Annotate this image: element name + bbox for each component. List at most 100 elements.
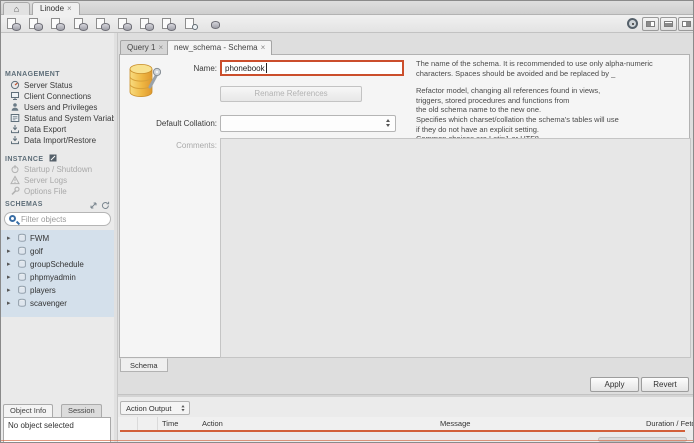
schema-db-icon [17,246,27,256]
server-logs-icon [10,175,20,185]
name-label: Name: [120,64,217,73]
sidebar-item-client-connections[interactable]: Client Connections [1,91,114,102]
refresh-schemas-icon[interactable] [101,201,110,210]
connection-tab-linode[interactable]: Linode× [32,2,80,15]
output-col-message: Message [440,419,470,428]
comments-label: Comments: [120,141,217,150]
expander-arrow-icon[interactable]: ▸ [7,245,11,258]
schema-item-golf[interactable]: ▸ golf [1,245,114,258]
toggle-left-sidebar-icon[interactable] [642,17,659,31]
schema-db-icon [17,285,27,295]
connection-tabstrip: ⌂ Linode× [1,1,693,15]
system-variables-icon [10,113,20,123]
connection-tab-label: Linode [40,4,64,13]
toggle-secondary-sidebar-icon[interactable] [678,17,694,31]
schema-item-phpmyadmin[interactable]: ▸ phpmyadmin [1,271,114,284]
server-status-icon [10,80,20,90]
home-icon: ⌂ [14,4,19,14]
window-bottom-drop-line [1,440,693,441]
revert-button[interactable]: Revert [641,377,689,392]
expander-arrow-icon[interactable]: ▸ [7,271,11,284]
expand-schemas-icon[interactable] [89,201,98,210]
sidebar-item-data-export[interactable]: Data Export [1,124,114,135]
sidebar-item-options-file[interactable]: Options File [1,186,114,197]
action-output-panel: Action Output Time Action Message Durati… [118,397,693,442]
data-import-icon [10,135,20,145]
schema-db-icon [17,298,27,308]
sidebar-item-startup-shutdown[interactable]: Startup / Shutdown [1,164,114,175]
create-procedure-icon[interactable] [139,17,155,31]
comments-textarea[interactable] [220,138,691,358]
expander-arrow-icon[interactable]: ▸ [7,297,11,310]
expander-arrow-icon[interactable]: ▸ [7,284,11,297]
users-privileges-icon [10,102,20,112]
close-icon[interactable]: × [261,43,266,52]
startup-shutdown-icon [10,164,20,174]
close-icon[interactable]: × [67,4,72,13]
expander-arrow-icon[interactable]: ▸ [7,258,11,271]
schema-filter-box [4,212,111,226]
close-icon[interactable]: × [158,43,163,52]
output-col-time: Time [162,419,178,428]
chevron-up-down-icon [384,119,392,129]
schema-item-groupschedule[interactable]: ▸ groupSchedule [1,258,114,271]
sidebar-item-system-variables[interactable]: Status and System Variables [1,113,114,124]
dashboard-icon[interactable] [627,18,638,29]
tab-session[interactable]: Session [61,404,102,417]
create-view-icon[interactable] [117,17,133,31]
mysql-workbench-window: ⌂ Linode× MANAGEMENT Server Status Clien… [0,0,694,443]
sidebar-item-server-status[interactable]: Server Status [1,80,114,91]
new-query-tab-icon[interactable] [6,17,22,31]
navigator-sidebar: MANAGEMENT Server Status Client Connecti… [1,33,114,442]
tab-schema-bottom[interactable]: Schema [120,358,168,372]
options-file-icon [10,186,20,196]
instance-actions-icon[interactable] [49,154,57,162]
schema-db-icon [17,233,27,243]
default-collation-label: Default Collation: [120,119,217,128]
expander-arrow-icon[interactable]: ▸ [7,232,11,245]
instance-section-title: INSTANCE [5,154,57,163]
schema-name-input[interactable] [220,60,404,76]
main-toolbar [1,15,693,33]
schema-db-icon [17,272,27,282]
data-export-icon [10,124,20,134]
schema-db-icon [17,259,27,269]
toggle-output-area-icon[interactable] [660,17,677,31]
schema-item-players[interactable]: ▸ players [1,284,114,297]
output-selector[interactable]: Action Output [120,401,190,415]
name-help-text: The name of the schema. It is recommende… [416,59,692,78]
apply-button[interactable]: Apply [590,377,639,392]
home-tab[interactable]: ⌂ [3,2,30,15]
create-schema-icon[interactable] [73,17,89,31]
editor-area: Query 1× new_schema - Schema× [118,33,693,442]
schemas-section-title: SCHEMAS [5,201,43,208]
tab-object-info[interactable]: Object Info [3,404,53,417]
default-collation-select[interactable] [220,115,396,132]
schema-editor-panel: Name: The name of the schema. It is reco… [119,54,690,358]
sidebar-item-data-import[interactable]: Data Import/Restore [1,135,114,146]
output-col-duration: Duration / Fetch [646,419,693,428]
management-section-title: MANAGEMENT [5,71,60,78]
reconnect-dbms-icon[interactable] [207,17,223,31]
output-col-index [138,417,158,430]
drop-indicator-line [120,430,685,432]
tab-new-schema[interactable]: new_schema - Schema× [167,40,272,55]
schema-item-fwm[interactable]: ▸ FWM [1,232,114,245]
output-table-header: Time Action Message Duration / Fetch [118,417,693,430]
open-sql-script-icon[interactable] [28,17,44,31]
schema-filter-input[interactable] [21,214,107,225]
new-model-icon[interactable] [50,17,66,31]
chevron-up-down-icon [180,405,186,413]
output-col-action: Action [202,419,223,428]
schema-item-scavenger[interactable]: ▸ scavenger [1,297,114,310]
sidebar-item-users-privileges[interactable]: Users and Privileges [1,102,114,113]
text-caret [266,63,267,73]
create-function-icon[interactable] [161,17,177,31]
sidebar-item-server-logs[interactable]: Server Logs [1,175,114,186]
object-info-text: No object selected [8,421,74,430]
search-table-data-icon[interactable] [184,17,200,31]
create-table-icon[interactable] [95,17,111,31]
rename-references-button[interactable]: Rename References [220,86,362,102]
refactor-help-text: Refactor model, changing all references … [416,86,692,115]
tab-query-1[interactable]: Query 1× [120,40,170,54]
